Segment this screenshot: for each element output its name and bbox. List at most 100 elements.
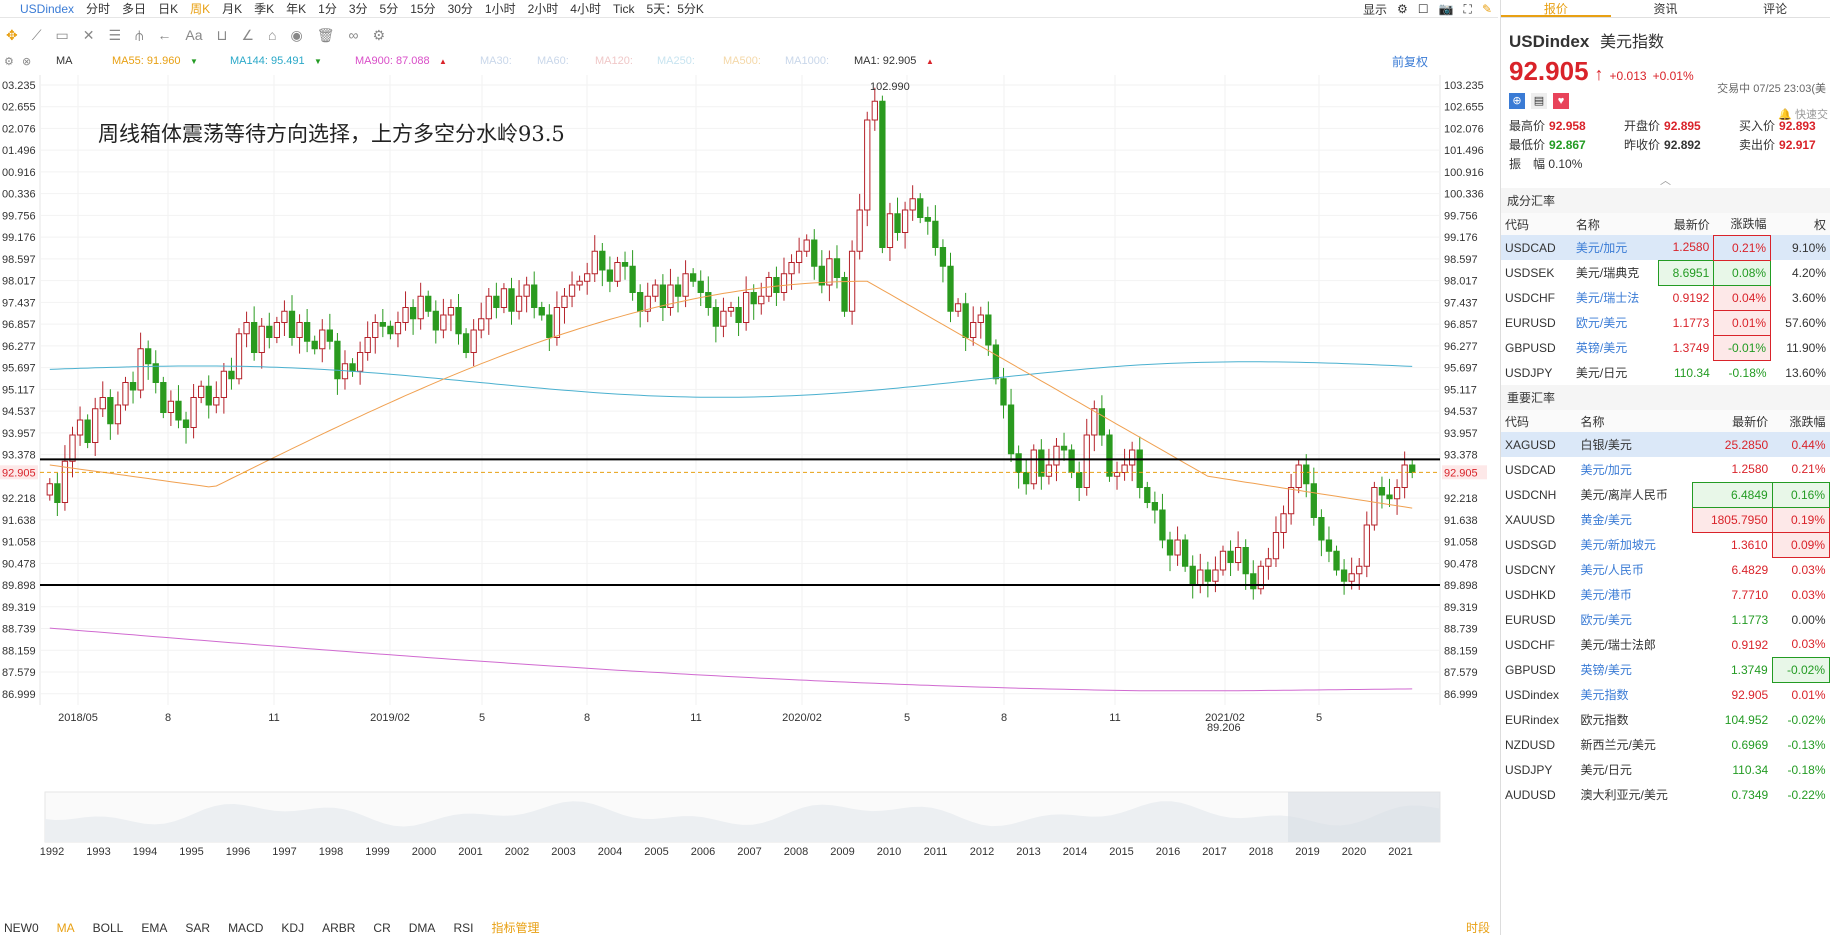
table-row[interactable]: EURUSD 欧元/美元 1.1773 0.00% [1501, 607, 1830, 632]
period-8[interactable]: 3分 [343, 0, 374, 17]
eye-icon[interactable]: ◉ [291, 27, 303, 44]
indicator-4[interactable]: SAR [185, 921, 210, 935]
indicator-10[interactable]: RSI [453, 921, 473, 935]
period-14[interactable]: 4小时 [564, 0, 607, 17]
chart-area[interactable]: 03.235 103.235 02.655 102.655 02.076 102.076 0… [0, 70, 1498, 905]
trash-icon[interactable]: 🗑 [317, 27, 335, 44]
period-9[interactable]: 5分 [374, 0, 405, 17]
period-12[interactable]: 1小时 [479, 0, 522, 17]
gear-icon[interactable]: ⚙ [1397, 2, 1408, 16]
table-row[interactable]: USDSEK 美元/瑞典克 8.6951 0.08% 4.20% [1501, 259, 1830, 286]
table-row[interactable]: EURUSD 欧元/美元 1.1773 0.01% 57.60% [1501, 309, 1830, 336]
col-header[interactable]: 代码 [1501, 213, 1572, 235]
lock-icon[interactable]: ⌂ [268, 27, 276, 43]
indicator-5[interactable]: MACD [228, 921, 263, 935]
indicator-0[interactable]: NEW0 [4, 921, 39, 935]
panel-tab-1[interactable]: 资讯 [1611, 0, 1721, 17]
table-row[interactable]: NZDUSD 新西兰元/美元 0.6969 -0.13% [1501, 732, 1830, 757]
candlestick-chart[interactable]: 03.235 103.235 02.655 102.655 02.076 102.076 0… [0, 70, 1498, 905]
col-header[interactable]: 名称 [1576, 410, 1693, 432]
arrow-tool-icon[interactable]: ← [157, 27, 171, 43]
col-header[interactable]: 代码 [1501, 410, 1577, 432]
news-icon[interactable]: ▤ [1531, 93, 1547, 109]
navigator-window[interactable] [1288, 792, 1440, 842]
indicator-3[interactable]: EMA [141, 921, 167, 935]
col-header[interactable]: 涨跌幅 [1772, 410, 1830, 432]
table-row[interactable]: XAUUSD 黄金/美元 1805.7950 0.19% [1501, 506, 1830, 533]
fib-tool-icon[interactable]: ☰ [109, 27, 122, 44]
col-header[interactable]: 涨跌幅 [1713, 213, 1771, 235]
time-segment-button[interactable]: 时段 [1466, 919, 1490, 936]
table-row[interactable]: USDJPY 美元/日元 110.34 -0.18% 13.60% [1501, 360, 1830, 385]
ma-item-10[interactable]: MA1: 92.905 [854, 55, 916, 67]
panel-tab-0[interactable]: 报价 [1501, 0, 1611, 17]
indicator-2[interactable]: BOLL [93, 921, 124, 935]
table-row[interactable]: USDCNH 美元/离岸人民币 6.4849 0.16% [1501, 481, 1830, 508]
period-0[interactable]: 分时 [80, 0, 116, 17]
period-13[interactable]: 2小时 [522, 0, 565, 17]
pitchfork-icon[interactable]: ⫛ [135, 27, 143, 44]
heart-icon[interactable]: ♥ [1553, 93, 1569, 109]
magnet-icon[interactable]: ⊔ [217, 27, 228, 44]
fullscreen-icon[interactable]: ⛶ [1464, 2, 1472, 17]
ruler-icon[interactable]: ∠ [241, 27, 254, 44]
ma-item-9[interactable]: MA1000: [785, 55, 829, 67]
text-tool-icon[interactable]: Aa [185, 27, 202, 43]
indicator-9[interactable]: DMA [409, 921, 436, 935]
period-4[interactable]: 月K [216, 0, 248, 17]
ma-item-6[interactable]: MA120: [595, 55, 633, 67]
table-row[interactable]: USDHKD 美元/港币 7.7710 0.03% [1501, 582, 1830, 607]
gear-icon[interactable]: ⚙ [4, 55, 14, 68]
period-11[interactable]: 30分 [442, 0, 479, 17]
table-row[interactable]: USDCHF 美元/瑞士法 0.9192 0.04% 3.60% [1501, 284, 1830, 311]
table-row[interactable]: USDJPY 美元/日元 110.34 -0.18% [1501, 757, 1830, 782]
period-2[interactable]: 日K [152, 0, 184, 17]
col-header[interactable]: 名称 [1571, 213, 1659, 235]
ma-item-8[interactable]: MA500: [723, 55, 761, 67]
rect-tool-icon[interactable]: ▭ [56, 27, 69, 44]
link-icon[interactable]: ∞ [349, 27, 359, 43]
checkbox-icon[interactable]: ☐ [1418, 2, 1429, 16]
col-header[interactable]: 权 [1770, 213, 1830, 235]
panel-tab-2[interactable]: 评论 [1720, 0, 1830, 17]
symbol-label[interactable]: USDindex [0, 2, 80, 16]
period-15[interactable]: Tick [607, 2, 641, 16]
table-row[interactable]: AUDUSD 澳大利亚元/美元 0.7349 -0.22% [1501, 782, 1830, 807]
line-tool-icon[interactable]: ⟋ [32, 27, 42, 44]
col-header[interactable]: 最新价 [1692, 410, 1773, 432]
table-row[interactable]: USDSGD 美元/新加坡元 1.3610 0.09% [1501, 531, 1830, 558]
period-5[interactable]: 季K [248, 0, 280, 17]
indicator-7[interactable]: ARBR [322, 921, 355, 935]
collapse-icon[interactable]: ︿ [1509, 172, 1822, 188]
adjust-label[interactable]: 前复权 [1392, 53, 1428, 70]
period-10[interactable]: 15分 [404, 0, 441, 17]
display-menu[interactable]: 显示 [1363, 1, 1387, 18]
close-icon[interactable]: ⊗ [22, 55, 31, 68]
camera-icon[interactable]: 📷 [1439, 2, 1454, 16]
ma-item-5[interactable]: MA60: [537, 55, 569, 67]
period-6[interactable]: 年K [280, 0, 312, 17]
settings-icon[interactable]: ⚙ [372, 27, 385, 44]
ma-item-7[interactable]: MA250: [657, 55, 695, 67]
globe-icon[interactable]: ⊕ [1509, 93, 1525, 109]
indicator-8[interactable]: CR [373, 921, 390, 935]
ma-item-2[interactable]: MA144: 95.491 [230, 55, 305, 67]
ma-item-3[interactable]: MA900: 87.088 [355, 55, 430, 67]
indicator-6[interactable]: KDJ [281, 921, 304, 935]
cross-tool-icon[interactable]: ✕ [83, 27, 95, 44]
period-1[interactable]: 多日 [116, 0, 152, 17]
crosshair-icon[interactable]: ✥ [6, 27, 18, 44]
table-row[interactable]: USDCAD 美元/加元 1.2580 0.21% [1501, 457, 1830, 482]
period-3[interactable]: 周K [184, 0, 216, 17]
ma-item-1[interactable]: MA55: 91.960 [112, 55, 181, 67]
period-16[interactable]: 5天：5分K [641, 0, 710, 17]
table-row[interactable]: XAGUSD 白银/美元 25.2850 0.44% [1501, 432, 1830, 457]
table-row[interactable]: USDCAD 美元/加元 1.2580 0.21% 9.10% [1501, 234, 1830, 261]
col-header[interactable]: 最新价 [1658, 213, 1714, 235]
table-row[interactable]: GBPUSD 英镑/美元 1.3749 -0.02% [1501, 656, 1830, 683]
table-row[interactable]: GBPUSD 英镑/美元 1.3749 -0.01% 11.90% [1501, 334, 1830, 361]
table-row[interactable]: USDCHF 美元/瑞士法郎 0.9192 0.03% [1501, 632, 1830, 657]
indicator-1[interactable]: MA [57, 921, 75, 935]
period-7[interactable]: 1分 [312, 0, 343, 17]
table-row[interactable]: USDCNY 美元/人民币 6.4829 0.03% [1501, 557, 1830, 582]
